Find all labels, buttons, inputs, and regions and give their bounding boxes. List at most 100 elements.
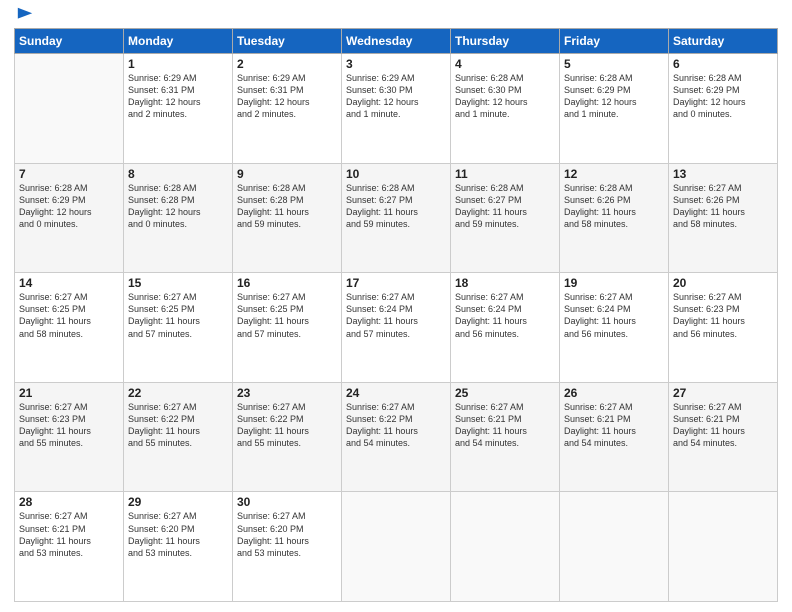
cell-info: Sunrise: 6:29 AM Sunset: 6:30 PM Dayligh… bbox=[346, 72, 446, 121]
calendar-cell: 6Sunrise: 6:28 AM Sunset: 6:29 PM Daylig… bbox=[669, 54, 778, 164]
day-number: 17 bbox=[346, 276, 446, 290]
calendar-cell: 2Sunrise: 6:29 AM Sunset: 6:31 PM Daylig… bbox=[233, 54, 342, 164]
cell-info: Sunrise: 6:28 AM Sunset: 6:26 PM Dayligh… bbox=[564, 182, 664, 231]
cell-info: Sunrise: 6:28 AM Sunset: 6:30 PM Dayligh… bbox=[455, 72, 555, 121]
week-row-0: 1Sunrise: 6:29 AM Sunset: 6:31 PM Daylig… bbox=[15, 54, 778, 164]
logo bbox=[14, 10, 34, 22]
day-number: 24 bbox=[346, 386, 446, 400]
header bbox=[14, 10, 778, 22]
col-header-tuesday: Tuesday bbox=[233, 29, 342, 54]
col-header-saturday: Saturday bbox=[669, 29, 778, 54]
cell-info: Sunrise: 6:28 AM Sunset: 6:27 PM Dayligh… bbox=[346, 182, 446, 231]
cell-info: Sunrise: 6:29 AM Sunset: 6:31 PM Dayligh… bbox=[237, 72, 337, 121]
cell-info: Sunrise: 6:29 AM Sunset: 6:31 PM Dayligh… bbox=[128, 72, 228, 121]
day-number: 7 bbox=[19, 167, 119, 181]
day-number: 10 bbox=[346, 167, 446, 181]
cell-info: Sunrise: 6:27 AM Sunset: 6:20 PM Dayligh… bbox=[128, 510, 228, 559]
cell-info: Sunrise: 6:27 AM Sunset: 6:25 PM Dayligh… bbox=[237, 291, 337, 340]
page: SundayMondayTuesdayWednesdayThursdayFrid… bbox=[0, 0, 792, 612]
cell-info: Sunrise: 6:28 AM Sunset: 6:28 PM Dayligh… bbox=[237, 182, 337, 231]
cell-info: Sunrise: 6:28 AM Sunset: 6:29 PM Dayligh… bbox=[673, 72, 773, 121]
col-header-friday: Friday bbox=[560, 29, 669, 54]
calendar-cell: 4Sunrise: 6:28 AM Sunset: 6:30 PM Daylig… bbox=[451, 54, 560, 164]
day-number: 5 bbox=[564, 57, 664, 71]
col-header-thursday: Thursday bbox=[451, 29, 560, 54]
day-number: 9 bbox=[237, 167, 337, 181]
calendar-cell: 25Sunrise: 6:27 AM Sunset: 6:21 PM Dayli… bbox=[451, 382, 560, 492]
cell-info: Sunrise: 6:27 AM Sunset: 6:22 PM Dayligh… bbox=[128, 401, 228, 450]
calendar-cell: 27Sunrise: 6:27 AM Sunset: 6:21 PM Dayli… bbox=[669, 382, 778, 492]
cell-info: Sunrise: 6:28 AM Sunset: 6:29 PM Dayligh… bbox=[19, 182, 119, 231]
week-row-2: 14Sunrise: 6:27 AM Sunset: 6:25 PM Dayli… bbox=[15, 273, 778, 383]
day-number: 21 bbox=[19, 386, 119, 400]
calendar-cell bbox=[560, 492, 669, 602]
calendar-cell: 5Sunrise: 6:28 AM Sunset: 6:29 PM Daylig… bbox=[560, 54, 669, 164]
calendar-cell: 8Sunrise: 6:28 AM Sunset: 6:28 PM Daylig… bbox=[124, 163, 233, 273]
day-number: 16 bbox=[237, 276, 337, 290]
cell-info: Sunrise: 6:28 AM Sunset: 6:28 PM Dayligh… bbox=[128, 182, 228, 231]
cell-info: Sunrise: 6:27 AM Sunset: 6:24 PM Dayligh… bbox=[455, 291, 555, 340]
calendar-cell bbox=[669, 492, 778, 602]
calendar-cell: 24Sunrise: 6:27 AM Sunset: 6:22 PM Dayli… bbox=[342, 382, 451, 492]
calendar-cell: 23Sunrise: 6:27 AM Sunset: 6:22 PM Dayli… bbox=[233, 382, 342, 492]
logo-flag-icon bbox=[16, 6, 34, 24]
day-number: 30 bbox=[237, 495, 337, 509]
calendar-cell: 17Sunrise: 6:27 AM Sunset: 6:24 PM Dayli… bbox=[342, 273, 451, 383]
calendar-cell: 13Sunrise: 6:27 AM Sunset: 6:26 PM Dayli… bbox=[669, 163, 778, 273]
day-number: 27 bbox=[673, 386, 773, 400]
cell-info: Sunrise: 6:28 AM Sunset: 6:29 PM Dayligh… bbox=[564, 72, 664, 121]
day-number: 8 bbox=[128, 167, 228, 181]
cell-info: Sunrise: 6:27 AM Sunset: 6:24 PM Dayligh… bbox=[564, 291, 664, 340]
calendar-cell: 21Sunrise: 6:27 AM Sunset: 6:23 PM Dayli… bbox=[15, 382, 124, 492]
cell-info: Sunrise: 6:27 AM Sunset: 6:22 PM Dayligh… bbox=[237, 401, 337, 450]
calendar-cell: 30Sunrise: 6:27 AM Sunset: 6:20 PM Dayli… bbox=[233, 492, 342, 602]
calendar-cell: 14Sunrise: 6:27 AM Sunset: 6:25 PM Dayli… bbox=[15, 273, 124, 383]
cell-info: Sunrise: 6:28 AM Sunset: 6:27 PM Dayligh… bbox=[455, 182, 555, 231]
day-number: 20 bbox=[673, 276, 773, 290]
day-number: 1 bbox=[128, 57, 228, 71]
cell-info: Sunrise: 6:27 AM Sunset: 6:23 PM Dayligh… bbox=[673, 291, 773, 340]
calendar-cell bbox=[451, 492, 560, 602]
calendar-header-row: SundayMondayTuesdayWednesdayThursdayFrid… bbox=[15, 29, 778, 54]
calendar-cell: 28Sunrise: 6:27 AM Sunset: 6:21 PM Dayli… bbox=[15, 492, 124, 602]
day-number: 18 bbox=[455, 276, 555, 290]
col-header-monday: Monday bbox=[124, 29, 233, 54]
week-row-4: 28Sunrise: 6:27 AM Sunset: 6:21 PM Dayli… bbox=[15, 492, 778, 602]
calendar-cell: 19Sunrise: 6:27 AM Sunset: 6:24 PM Dayli… bbox=[560, 273, 669, 383]
day-number: 19 bbox=[564, 276, 664, 290]
day-number: 15 bbox=[128, 276, 228, 290]
calendar-cell: 7Sunrise: 6:28 AM Sunset: 6:29 PM Daylig… bbox=[15, 163, 124, 273]
cell-info: Sunrise: 6:27 AM Sunset: 6:25 PM Dayligh… bbox=[128, 291, 228, 340]
calendar-cell: 3Sunrise: 6:29 AM Sunset: 6:30 PM Daylig… bbox=[342, 54, 451, 164]
cell-info: Sunrise: 6:27 AM Sunset: 6:25 PM Dayligh… bbox=[19, 291, 119, 340]
calendar-cell: 22Sunrise: 6:27 AM Sunset: 6:22 PM Dayli… bbox=[124, 382, 233, 492]
cell-info: Sunrise: 6:27 AM Sunset: 6:21 PM Dayligh… bbox=[564, 401, 664, 450]
calendar-cell: 15Sunrise: 6:27 AM Sunset: 6:25 PM Dayli… bbox=[124, 273, 233, 383]
calendar-cell: 12Sunrise: 6:28 AM Sunset: 6:26 PM Dayli… bbox=[560, 163, 669, 273]
calendar-cell: 11Sunrise: 6:28 AM Sunset: 6:27 PM Dayli… bbox=[451, 163, 560, 273]
calendar-cell: 10Sunrise: 6:28 AM Sunset: 6:27 PM Dayli… bbox=[342, 163, 451, 273]
day-number: 14 bbox=[19, 276, 119, 290]
col-header-sunday: Sunday bbox=[15, 29, 124, 54]
day-number: 22 bbox=[128, 386, 228, 400]
day-number: 3 bbox=[346, 57, 446, 71]
day-number: 4 bbox=[455, 57, 555, 71]
calendar-cell bbox=[342, 492, 451, 602]
day-number: 2 bbox=[237, 57, 337, 71]
calendar-cell: 16Sunrise: 6:27 AM Sunset: 6:25 PM Dayli… bbox=[233, 273, 342, 383]
cell-info: Sunrise: 6:27 AM Sunset: 6:24 PM Dayligh… bbox=[346, 291, 446, 340]
col-header-wednesday: Wednesday bbox=[342, 29, 451, 54]
cell-info: Sunrise: 6:27 AM Sunset: 6:22 PM Dayligh… bbox=[346, 401, 446, 450]
calendar-cell: 1Sunrise: 6:29 AM Sunset: 6:31 PM Daylig… bbox=[124, 54, 233, 164]
day-number: 25 bbox=[455, 386, 555, 400]
calendar-cell: 9Sunrise: 6:28 AM Sunset: 6:28 PM Daylig… bbox=[233, 163, 342, 273]
day-number: 13 bbox=[673, 167, 773, 181]
cell-info: Sunrise: 6:27 AM Sunset: 6:23 PM Dayligh… bbox=[19, 401, 119, 450]
calendar-cell: 20Sunrise: 6:27 AM Sunset: 6:23 PM Dayli… bbox=[669, 273, 778, 383]
day-number: 11 bbox=[455, 167, 555, 181]
day-number: 26 bbox=[564, 386, 664, 400]
day-number: 6 bbox=[673, 57, 773, 71]
cell-info: Sunrise: 6:27 AM Sunset: 6:21 PM Dayligh… bbox=[455, 401, 555, 450]
cell-info: Sunrise: 6:27 AM Sunset: 6:20 PM Dayligh… bbox=[237, 510, 337, 559]
cell-info: Sunrise: 6:27 AM Sunset: 6:21 PM Dayligh… bbox=[19, 510, 119, 559]
